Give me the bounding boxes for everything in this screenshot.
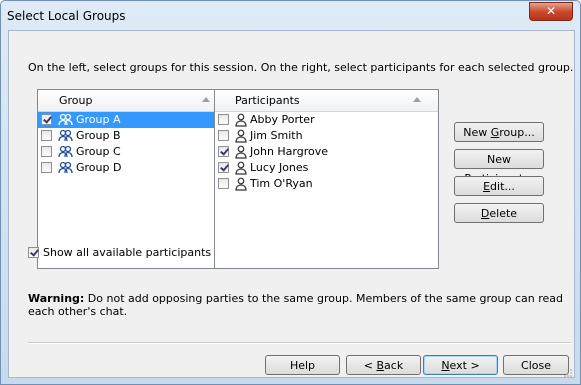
delete-button[interactable]: Delete <box>454 203 544 223</box>
participant-checkbox[interactable] <box>218 178 229 189</box>
participant-checkbox[interactable] <box>218 114 229 125</box>
edit-button[interactable]: Edit... <box>454 176 544 196</box>
new-group-button[interactable]: New Group... <box>454 122 544 142</box>
participants-column-label: Participants <box>235 94 300 107</box>
warning-message: Warning: Do not add opposing parties to … <box>28 292 574 318</box>
back-button-text-1: < <box>363 359 377 372</box>
participant-row[interactable]: John Hargrove <box>215 144 438 160</box>
group-row[interactable]: Group C <box>38 144 214 160</box>
person-icon <box>234 161 250 175</box>
next-button-accel: N <box>441 359 450 372</box>
close-button[interactable]: Close <box>503 355 569 375</box>
new-group-button-text-1: New <box>463 126 491 139</box>
participant-row[interactable]: Tim O'Ryan <box>215 176 438 192</box>
person-icon <box>234 145 250 159</box>
participants-column-header[interactable]: Participants <box>215 90 438 112</box>
window-title: Select Local Groups <box>7 9 126 23</box>
participants-listbox[interactable]: Participants Abby Porter Jim Smith John … <box>214 89 439 269</box>
new-participant-button-text-1: New <box>487 153 511 166</box>
group-icon <box>58 113 74 127</box>
group-column-header[interactable]: Group <box>38 90 214 112</box>
group-icon <box>58 145 74 159</box>
person-icon <box>234 129 250 143</box>
groups-listbox[interactable]: Group Group A Group B Group C Group D <box>37 89 215 269</box>
show-all-label: Show all available participants <box>43 246 212 259</box>
group-row[interactable]: Group B <box>38 128 214 144</box>
group-column-label: Group <box>59 94 93 107</box>
sort-arrow-icon <box>202 97 210 102</box>
group-icon <box>58 129 74 143</box>
group-checkbox[interactable] <box>41 146 52 157</box>
group-row[interactable]: Group D <box>38 160 214 176</box>
participant-row[interactable]: Jim Smith <box>215 128 438 144</box>
title-bar[interactable]: Select Local Groups ✕ <box>1 1 580 29</box>
group-checkbox[interactable] <box>41 130 52 141</box>
instructions-text: On the left, select groups for this sess… <box>28 61 574 74</box>
group-checkbox[interactable] <box>41 114 52 125</box>
participant-checkbox[interactable] <box>218 130 229 141</box>
person-icon <box>234 177 250 191</box>
next-button-text: ext > <box>449 359 480 372</box>
participant-row[interactable]: Abby Porter <box>215 112 438 128</box>
help-button[interactable]: Help <box>265 355 340 375</box>
edit-button-text-2: dit... <box>490 180 515 193</box>
participant-label: Lucy Jones <box>250 161 309 174</box>
sort-arrow-icon <box>413 97 421 102</box>
participant-checkbox[interactable] <box>218 146 229 157</box>
group-icon <box>58 161 74 175</box>
close-window-button[interactable]: ✕ <box>529 2 573 21</box>
dialog-client-area: On the left, select groups for this sess… <box>8 30 575 378</box>
participant-label: Jim Smith <box>250 129 303 142</box>
edit-button-accel: E <box>483 180 491 193</box>
warning-label: Warning: <box>28 292 85 305</box>
participant-label: John Hargrove <box>250 145 329 158</box>
new-group-button-accel: G <box>490 126 500 139</box>
group-label: Group C <box>76 145 121 158</box>
new-group-button-text-2: roup... <box>499 126 535 139</box>
dialog-window: Select Local Groups ✕ On the left, selec… <box>0 0 581 385</box>
participant-label: Abby Porter <box>250 113 315 126</box>
next-button[interactable]: Next > <box>423 355 498 375</box>
person-icon <box>234 113 250 127</box>
delete-button-text-2: elete <box>489 207 518 220</box>
show-all-checkbox[interactable] <box>28 247 39 258</box>
group-label: Group B <box>76 129 121 142</box>
participant-row[interactable]: Lucy Jones <box>215 160 438 176</box>
group-row[interactable]: Group A <box>38 112 214 128</box>
warning-text: Do not add opposing parties to the same … <box>28 292 564 318</box>
group-checkbox[interactable] <box>41 162 52 173</box>
group-label: Group D <box>76 161 122 174</box>
back-button[interactable]: < Back <box>346 355 421 375</box>
footer-separator <box>28 342 571 344</box>
participant-checkbox[interactable] <box>218 162 229 173</box>
back-button-accel: B <box>376 359 385 372</box>
participant-label: Tim O'Ryan <box>250 177 313 190</box>
resize-grip-icon[interactable] <box>564 367 572 377</box>
new-participant-button[interactable]: New Participant... <box>454 149 544 185</box>
group-label: Group A <box>76 113 121 126</box>
back-button-text-2: ack <box>384 359 404 372</box>
